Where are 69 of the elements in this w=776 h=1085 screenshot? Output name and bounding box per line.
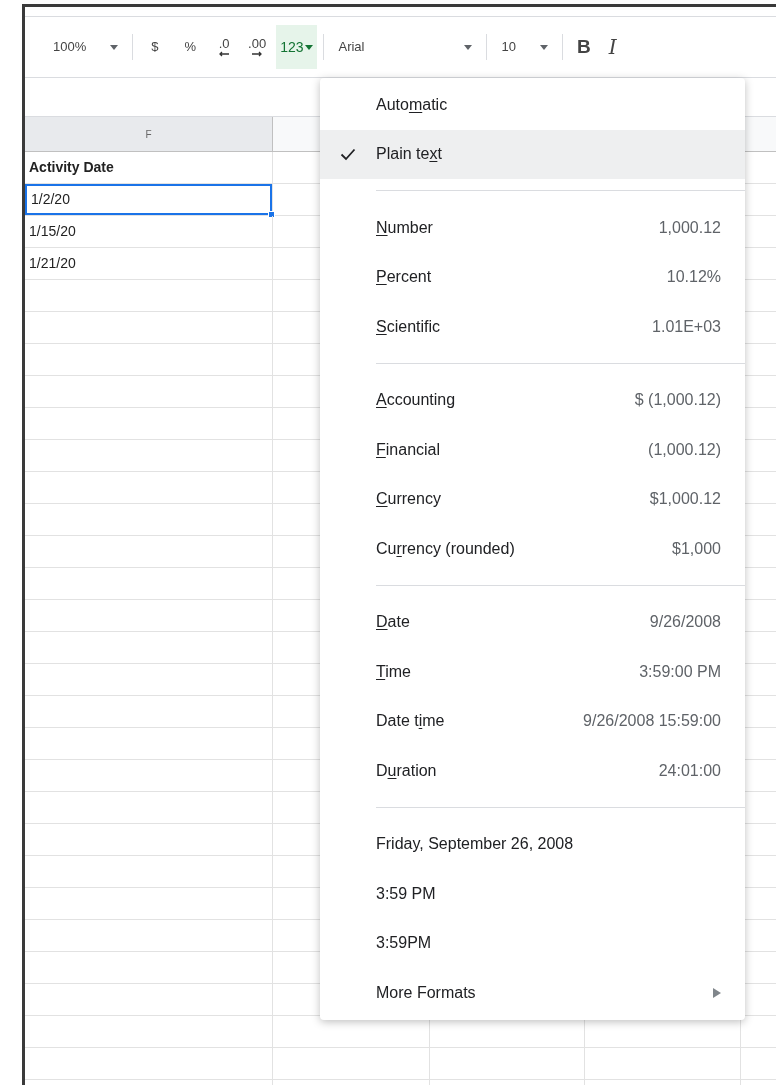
column-header[interactable]: F (25, 117, 273, 151)
menu-item-label: More Formats (376, 982, 476, 1003)
format-example: 1,000.12 (658, 217, 721, 238)
menu-item-label: 3:59 PM (376, 883, 436, 904)
menu-item-label: Scientific (376, 316, 441, 337)
table-cell[interactable]: 1/15/20 (25, 216, 272, 247)
format-example: 3:59:00 PM (639, 661, 721, 682)
menu-item[interactable]: 3:59 PM (320, 869, 745, 919)
caret-icon (464, 44, 473, 50)
format-example: 10.12% (666, 267, 721, 288)
table-cell[interactable]: Activity Date (25, 152, 272, 183)
menu-item[interactable]: Scientific 1.01E+03 (320, 302, 745, 352)
menu-item-label: Currency (rounded) (376, 538, 515, 559)
caret-icon (305, 44, 314, 50)
arrow-icon (218, 51, 231, 57)
menu-item-label: Financial (376, 439, 441, 460)
menu-item-label: Plain text (376, 144, 442, 165)
arrow-icon (251, 51, 264, 57)
menu-item[interactable]: Date time 9/26/2008 15:59:00 (320, 696, 745, 746)
menu-item-label: Currency (376, 489, 441, 510)
format-example: $ (1,000.12) (634, 390, 721, 411)
menu-item[interactable]: Number 1,000.12 (320, 203, 745, 253)
menu-item-label: Automatic (376, 94, 448, 115)
more-formats-button[interactable]: 123 (276, 25, 318, 69)
format-button[interactable]: $ (139, 31, 171, 63)
menu-item-label: 3:59PM (376, 933, 432, 954)
menu-item[interactable]: Currency (rounded) $1,000 (320, 524, 745, 574)
decrease-decimal-button[interactable]: .0 (210, 31, 239, 63)
table-cell[interactable]: 1/2/20 (25, 184, 272, 215)
checkmark-icon (340, 147, 356, 161)
caret-icon (539, 44, 548, 50)
menu-item[interactable]: 3:59PM (320, 918, 745, 968)
increase-decimal-button[interactable]: .00 (240, 31, 275, 63)
format-example: 9/26/2008 (649, 612, 721, 633)
menu-item-label: Time (376, 661, 411, 682)
format-example: 9/26/2008 15:59:00 (583, 711, 721, 732)
font-dropdown[interactable]: Arial (330, 31, 481, 63)
menu-item[interactable]: Date 9/26/2008 (320, 597, 745, 647)
fill-handle[interactable] (268, 211, 275, 218)
menu-item[interactable]: Duration 24:01:00 (320, 746, 745, 796)
menu-item[interactable]: Currency $1,000.12 (320, 474, 745, 524)
italic-button[interactable]: I (600, 31, 625, 63)
menu-item-label: Accounting (376, 390, 456, 411)
menu-item[interactable]: Plain text (320, 129, 745, 179)
menu-item-label: Number (376, 217, 433, 238)
menu-item[interactable]: Friday, September 26, 2008 (320, 819, 745, 869)
menu-item[interactable]: Accounting $ (1,000.12) (320, 375, 745, 425)
menu-item[interactable]: Time 3:59:00 PM (320, 647, 745, 697)
bold-button[interactable]: B (568, 31, 599, 63)
menu-item-label: Duration (376, 760, 437, 781)
dropdown-button[interactable]: 10 (493, 31, 556, 63)
menu-item[interactable]: Automatic (320, 80, 745, 130)
menu-item[interactable]: Financial (1,000.12) (320, 425, 745, 475)
table-cell[interactable]: 1/21/20 (25, 248, 272, 279)
submenu-arrow-icon (713, 987, 721, 998)
dropdown-button[interactable]: 100% (45, 31, 127, 63)
menu-item-label: Percent (376, 267, 432, 288)
format-button[interactable]: % (172, 31, 209, 63)
format-example: 24:01:00 (658, 760, 721, 781)
format-example: (1,000.12) (648, 439, 721, 460)
menu-item[interactable]: Percent 10.12% (320, 252, 745, 302)
menu-item-label: Date time (376, 711, 445, 732)
caret-icon (110, 44, 119, 50)
format-example: 1.01E+03 (652, 316, 721, 337)
format-example: $1,000 (672, 538, 721, 559)
format-example: $1,000.12 (649, 489, 721, 510)
menu-item-label: Date (376, 612, 410, 633)
menu-item[interactable]: More Formats (320, 968, 745, 1018)
menu-item-label: Friday, September 26, 2008 (376, 834, 574, 855)
